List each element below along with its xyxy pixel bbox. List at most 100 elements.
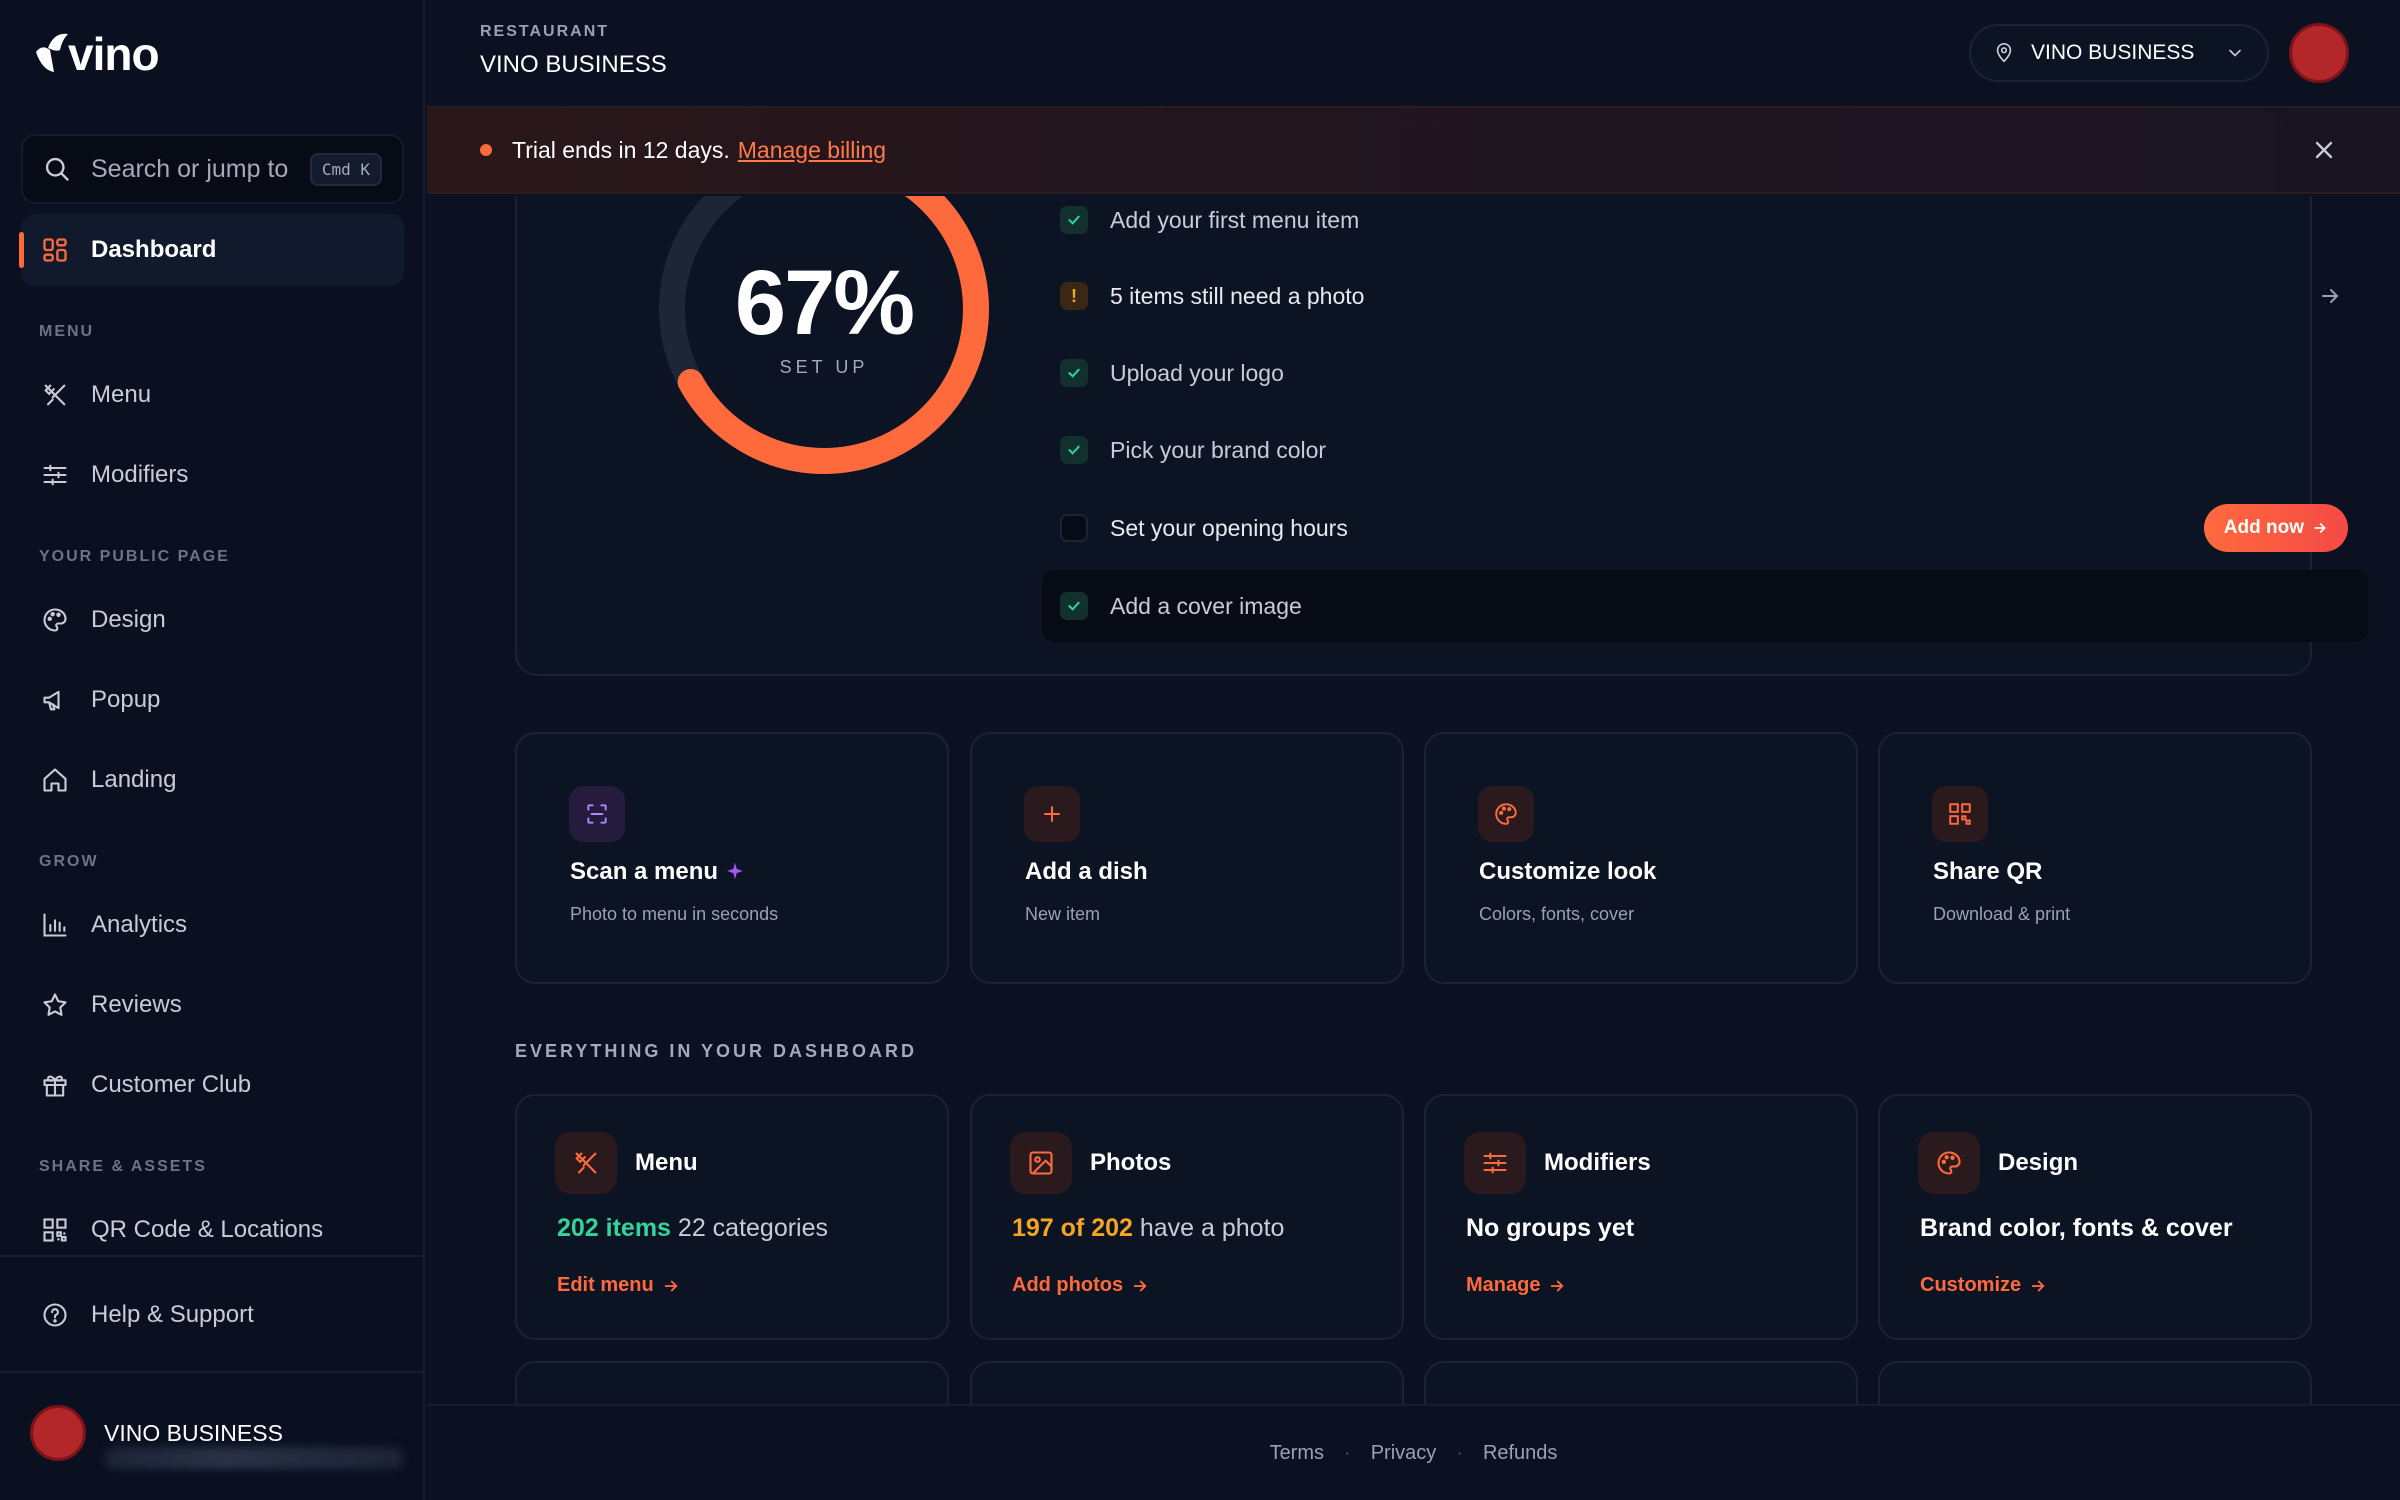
footer-link-terms[interactable]: Terms	[1270, 1442, 1324, 1465]
trial-banner: Trial ends in 12 days. Manage billing	[427, 106, 2400, 194]
tile-stat-strong: 197 of 202	[1012, 1214, 1133, 1242]
setup-progress-card: 67% SET UP Add your first menu item ! 5 …	[515, 196, 2368, 676]
tile-title: Modifiers	[1544, 1149, 1651, 1176]
add-now-button[interactable]: Add now	[2203, 504, 2348, 552]
arrow-right-icon	[1133, 1280, 1147, 1291]
profile[interactable]: VINO BUSINESS	[30, 1405, 404, 1469]
star-icon	[39, 989, 71, 1021]
search-input[interactable]: Search or jump to Cmd K	[21, 134, 404, 204]
location-selector[interactable]: VINO BUSINESS	[1969, 24, 2269, 82]
sliders-icon	[39, 459, 71, 491]
quick-action-add-dish[interactable]: Add a dish New item	[970, 732, 1404, 984]
sidebar-item-popup[interactable]: Popup	[21, 664, 404, 736]
utensils-icon	[555, 1132, 617, 1194]
quick-action-title: Share QR	[1933, 858, 2043, 885]
sidebar-item-label: Help & Support	[91, 1301, 254, 1328]
footer-link-privacy[interactable]: Privacy	[1371, 1442, 1437, 1465]
sidebar-item-customer-club[interactable]: Customer Club	[21, 1049, 404, 1121]
top-bar: RESTAURANT VINO BUSINESS VINO BUSINESS	[427, 0, 2400, 106]
tile-stat-strong: 202 items	[557, 1214, 671, 1242]
task-label: Upload your logo	[1110, 359, 1284, 386]
edit-menu-link[interactable]: Edit menu	[557, 1274, 680, 1297]
tile-design[interactable]: Design Brand color, fonts & cover Custom…	[1878, 1094, 2312, 1340]
plus-icon	[1024, 786, 1080, 842]
sidebar-item-design[interactable]: Design	[21, 584, 404, 656]
sidebar-item-analytics[interactable]: Analytics	[21, 889, 404, 961]
sidebar-item-label: Modifiers	[91, 461, 189, 488]
sidebar-item-modifiers[interactable]: Modifiers	[21, 439, 404, 511]
logo[interactable]: vino	[32, 24, 160, 84]
main-content: 67% SET UP Add your first menu item ! 5 …	[427, 196, 2400, 1404]
sidebar-item-help[interactable]: Help & Support	[21, 1279, 404, 1351]
qr-icon	[39, 1214, 71, 1246]
sidebar-item-label: Customer Club	[91, 1071, 252, 1098]
manage-billing-link[interactable]: Manage billing	[738, 137, 886, 164]
footer: Terms · Privacy · Refunds	[427, 1404, 2400, 1500]
sidebar-item-label: Menu	[91, 381, 152, 408]
setup-progress-ring: 67% SET UP	[654, 196, 994, 479]
task-label: Add your first menu item	[1110, 206, 1360, 233]
task-item[interactable]: Pick your brand color	[1042, 414, 2368, 486]
section-label-grow: GROW	[39, 853, 99, 870]
arrow-right-icon	[2031, 1280, 2045, 1291]
sidebar-item-label: Popup	[91, 686, 161, 713]
palette-icon	[1918, 1132, 1980, 1194]
tile-action-label: Manage	[1466, 1274, 1541, 1296]
manage-modifiers-link[interactable]: Manage	[1466, 1274, 1566, 1297]
location-selector-label: VINO BUSINESS	[2031, 41, 2195, 64]
check-icon	[1060, 436, 1088, 464]
close-icon[interactable]	[2310, 136, 2338, 164]
sidebar-item-dashboard[interactable]: Dashboard	[19, 214, 404, 286]
sidebar-item-label: Dashboard	[91, 236, 217, 263]
sliders-icon	[1464, 1132, 1526, 1194]
quick-action-scan-menu[interactable]: Scan a menu Photo to menu in seconds	[515, 732, 949, 984]
tile-partial[interactable]	[515, 1361, 949, 1404]
utensils-icon	[39, 379, 71, 411]
sidebar-item-menu[interactable]: Menu	[21, 359, 404, 431]
section-label-menu: MENU	[39, 323, 95, 340]
tile-action-label: Customize	[1920, 1274, 2022, 1296]
tile-stat: 197 of 202 have a photo	[1012, 1214, 1284, 1243]
footer-link-refunds[interactable]: Refunds	[1483, 1442, 1558, 1465]
bar-chart-icon	[39, 909, 71, 941]
sidebar-item-landing[interactable]: Landing	[21, 744, 404, 816]
quick-action-subtitle: Download & print	[1933, 904, 2071, 924]
quick-action-subtitle: Colors, fonts, cover	[1479, 904, 1635, 924]
quick-action-share-qr[interactable]: Share QR Download & print	[1878, 732, 2312, 984]
dashboard-icon	[39, 234, 71, 266]
task-item[interactable]: Upload your logo	[1042, 337, 2368, 409]
tile-stat-rest: 22 categories	[670, 1214, 829, 1242]
warning-icon: !	[1060, 282, 1088, 310]
task-item[interactable]: Add a cover image	[1042, 570, 2368, 642]
check-icon	[1060, 359, 1088, 387]
add-photos-link[interactable]: Add photos	[1012, 1274, 1149, 1297]
chevron-down-icon	[2229, 49, 2241, 57]
checkbox-empty-icon	[1060, 514, 1088, 542]
palette-icon	[1478, 786, 1534, 842]
tile-partial[interactable]	[970, 1361, 1404, 1404]
sidebar-item-label: Analytics	[91, 911, 188, 938]
task-item[interactable]: Set your opening hours Add now	[1042, 492, 2368, 564]
task-item[interactable]: ! 5 items still need a photo	[1042, 260, 2368, 332]
tile-partial[interactable]	[1424, 1361, 1858, 1404]
status-dot	[480, 144, 492, 156]
tile-action-label: Add photos	[1012, 1274, 1124, 1296]
scan-icon	[569, 786, 625, 842]
quick-action-customize-look[interactable]: Customize look Colors, fonts, cover	[1424, 732, 1858, 984]
tile-menu[interactable]: Menu 202 items 22 categories Edit menu	[515, 1094, 949, 1340]
sidebar-item-reviews[interactable]: Reviews	[21, 969, 404, 1041]
add-now-label: Add now	[2223, 517, 2304, 538]
quick-action-subtitle: Photo to menu in seconds	[570, 904, 779, 924]
quick-action-title: Scan a menu	[570, 858, 745, 886]
logo-text: vino	[68, 28, 160, 80]
tile-modifiers[interactable]: Modifiers No groups yet Manage	[1424, 1094, 1858, 1340]
section-label-public-page: YOUR PUBLIC PAGE	[39, 548, 230, 565]
tile-title: Design	[1998, 1149, 2079, 1176]
home-icon	[39, 764, 71, 796]
megaphone-icon	[39, 684, 71, 716]
customize-link[interactable]: Customize	[1920, 1274, 2047, 1297]
task-item[interactable]: Add your first menu item	[1042, 196, 2368, 256]
tile-photos[interactable]: Photos 197 of 202 have a photo Add photo…	[970, 1094, 1404, 1340]
avatar[interactable]	[2289, 23, 2349, 83]
tile-partial[interactable]	[1878, 1361, 2312, 1404]
